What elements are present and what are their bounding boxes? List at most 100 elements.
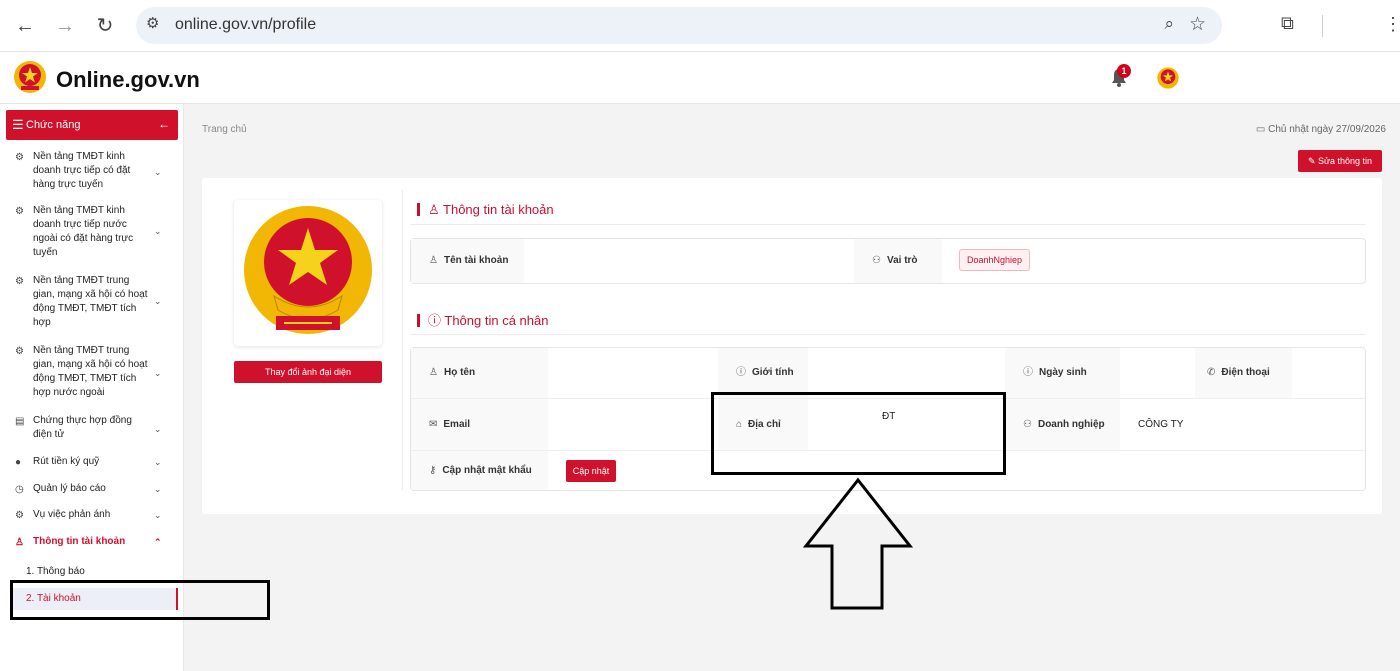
brand-name[interactable]: Online.gov.vn — [56, 67, 200, 93]
annotation-box-account-menu — [10, 580, 270, 620]
sidebar-item-platform-direct[interactable]: ⚙ Nền tảng TMĐT kinh doanh trực tiếp có … — [0, 150, 180, 192]
forward-icon[interactable]: → — [52, 13, 78, 39]
sidebar-item-label: Vụ việc phản ánh — [33, 509, 111, 520]
users-icon: ⚇ — [872, 255, 881, 266]
document-icon: ▤ — [15, 416, 25, 427]
key-icon: ⚷ — [429, 465, 437, 476]
sidebar-item-label: Nền tảng TMĐT trung gian, mạng xã hội có… — [33, 275, 148, 328]
birthday-label-text: Ngày sinh — [1039, 367, 1087, 378]
sidebar-item-platform-direct-foreign[interactable]: ⚙ Nền tảng TMĐT kinh doanh trực tiếp nướ… — [0, 204, 180, 260]
collapse-arrow-icon[interactable]: ← — [158, 117, 170, 131]
fullname-label: ♙ Họ tên — [411, 348, 548, 398]
site-settings-icon[interactable]: ⚙ — [146, 14, 159, 32]
bookmark-star-icon[interactable]: ☆ — [1189, 13, 1206, 36]
email-label-text: Email — [443, 419, 471, 430]
menu-header-label: Chức năng — [26, 119, 81, 131]
annotation-box-address — [711, 392, 1006, 475]
section-accent-bar — [417, 314, 420, 327]
toolbar-divider — [1322, 15, 1323, 37]
user-icon: ♙ — [15, 537, 24, 548]
sidebar-item-withdraw-deposit[interactable]: ● Rút tiền ký quỹ ⌄ — [0, 455, 180, 471]
chevron-down-icon: ⌄ — [154, 424, 162, 434]
role-label: ⚇ Vai trò — [854, 239, 942, 283]
company-label-text: Doanh nghiệp — [1037, 419, 1105, 430]
chevron-down-icon: ⌄ — [154, 226, 162, 236]
sidebar-item-platform-intermediary-foreign[interactable]: ⚙ Nền tảng TMĐT trung gian, mạng xã hội … — [0, 344, 180, 400]
gear-icon: ⚙ — [15, 206, 24, 217]
gender-label: ⓘ Giới tính — [718, 348, 808, 398]
account-info-table: ♙ Tên tài khoản ⚇ Vai trò DoanhNghiep — [410, 238, 1366, 284]
section-divider — [410, 224, 1366, 225]
clock-icon: ◷ — [15, 484, 24, 495]
edit-info-button[interactable]: ✎ Sửa thông tin — [1298, 150, 1382, 172]
gear-icon: ⚙ — [15, 346, 24, 357]
phone-label: ✆ Điện thoại — [1195, 348, 1292, 398]
email-value — [548, 398, 718, 450]
browser-toolbar: ← → ↻ ⚙ online.gov.vn/profile ⌕ ☆ ⧉ ⋮ — [0, 0, 1400, 52]
breadcrumb[interactable]: Trang chủ — [202, 124, 247, 135]
address-bar[interactable]: ⚙ online.gov.vn/profile ⌕ ☆ — [136, 7, 1222, 44]
pencil-icon: ✎ — [1307, 156, 1318, 166]
main-content: Trang chủ ▭ Chủ nhật ngày 27/09/2026 ✎ S… — [184, 104, 1400, 671]
fullname-value — [548, 348, 718, 398]
reload-icon[interactable]: ↻ — [92, 13, 118, 39]
birthday-label: ⓘ Ngày sinh — [1005, 348, 1120, 398]
company-value: CÔNG TY — [1120, 398, 1365, 450]
sidebar-item-report-management[interactable]: ◷ Quản lý báo cáo ⌄ — [0, 482, 180, 498]
current-date: ▭ Chủ nhật ngày 27/09/2026 — [1256, 124, 1386, 135]
personal-section-title: ⓘ Thông tin cá nhân — [417, 310, 548, 329]
national-emblem-logo[interactable] — [12, 59, 48, 95]
username-label: ♙ Tên tài khoản — [411, 239, 524, 283]
sidebar-item-complaints[interactable]: ⚙ Vụ việc phản ánh ⌄ — [0, 508, 180, 524]
profile-picture — [234, 200, 382, 346]
zoom-icon[interactable]: ⌕ — [1164, 14, 1174, 34]
mail-icon: ✉ — [429, 419, 438, 430]
current-date-text: Chủ nhật ngày 27/09/2026 — [1268, 124, 1386, 135]
birthday-value — [1120, 348, 1195, 398]
annotation-up-arrow — [802, 477, 914, 610]
sidebar-item-platform-intermediary[interactable]: ⚙ Nền tảng TMĐT trung gian, mạng xã hội … — [0, 274, 180, 330]
user-icon: ♙ — [428, 202, 444, 217]
info-circle-icon: ⓘ — [1023, 367, 1033, 378]
chevron-down-icon: ⌄ — [154, 457, 162, 467]
role-label-text: Vai trò — [886, 255, 918, 266]
account-section-title-text: Thông tin tài khoản — [443, 202, 554, 217]
sidebar-item-account-info[interactable]: ♙ Thông tin tài khoản ⌃ — [0, 535, 180, 551]
username-label-text: Tên tài khoản — [443, 255, 509, 266]
chevron-down-icon: ⌄ — [154, 167, 162, 177]
sidebar-item-label: Nền tảng TMĐT trung gian, mạng xã hội có… — [33, 345, 148, 398]
phone-label-text: Điện thoại — [1221, 367, 1270, 378]
chevron-down-icon: ⌄ — [154, 296, 162, 306]
change-avatar-button[interactable]: Thay đổi ảnh đại diện — [234, 361, 382, 383]
user-avatar[interactable] — [1156, 66, 1180, 90]
coin-icon: ● — [15, 457, 22, 468]
gear-icon: ⚙ — [15, 276, 24, 287]
info-circle-icon: ⓘ — [736, 367, 746, 378]
section-divider — [410, 334, 1366, 335]
sidebar-item-label: Chứng thực hợp đồng điện tử — [33, 415, 132, 440]
hamburger-icon: ☰ — [12, 117, 24, 132]
menu-header-button[interactable]: ☰ Chức năng ← — [6, 110, 178, 140]
personal-section-title-text: Thông tin cá nhân — [444, 313, 549, 328]
account-section-title: ♙ Thông tin tài khoản — [417, 202, 554, 218]
chevron-down-icon: ⌄ — [154, 368, 162, 378]
sidebar-item-contract-certification[interactable]: ▤ Chứng thực hợp đồng điện tử ⌄ — [0, 414, 180, 444]
sidebar-item-label: Quản lý báo cáo — [33, 483, 106, 494]
gear-icon: ⚙ — [15, 152, 24, 163]
sidebar-item-label: Rút tiền ký quỹ — [33, 456, 100, 467]
update-password-button[interactable]: Cập nhật — [566, 460, 616, 482]
national-emblem-image — [244, 206, 372, 334]
gender-value — [808, 348, 1005, 398]
extensions-icon[interactable]: ⧉ — [1281, 13, 1294, 34]
phone-value — [1292, 348, 1365, 398]
role-badge: DoanhNghiep — [959, 249, 1031, 271]
browser-menu-icon[interactable]: ⋮ — [1384, 14, 1400, 35]
app-header: Online.gov.vn 1 — [0, 52, 1400, 104]
user-icon: ♙ — [429, 367, 438, 378]
notification-badge: 1 — [1117, 64, 1131, 78]
back-icon[interactable]: ← — [12, 13, 38, 39]
sidebar-item-label: Nền tảng TMĐT kinh doanh trực tiếp có đặ… — [33, 151, 131, 190]
company-label: ⚇ Doanh nghiệp — [1005, 398, 1120, 450]
url-text: online.gov.vn/profile — [175, 16, 317, 33]
calendar-icon: ▭ — [1255, 124, 1269, 135]
